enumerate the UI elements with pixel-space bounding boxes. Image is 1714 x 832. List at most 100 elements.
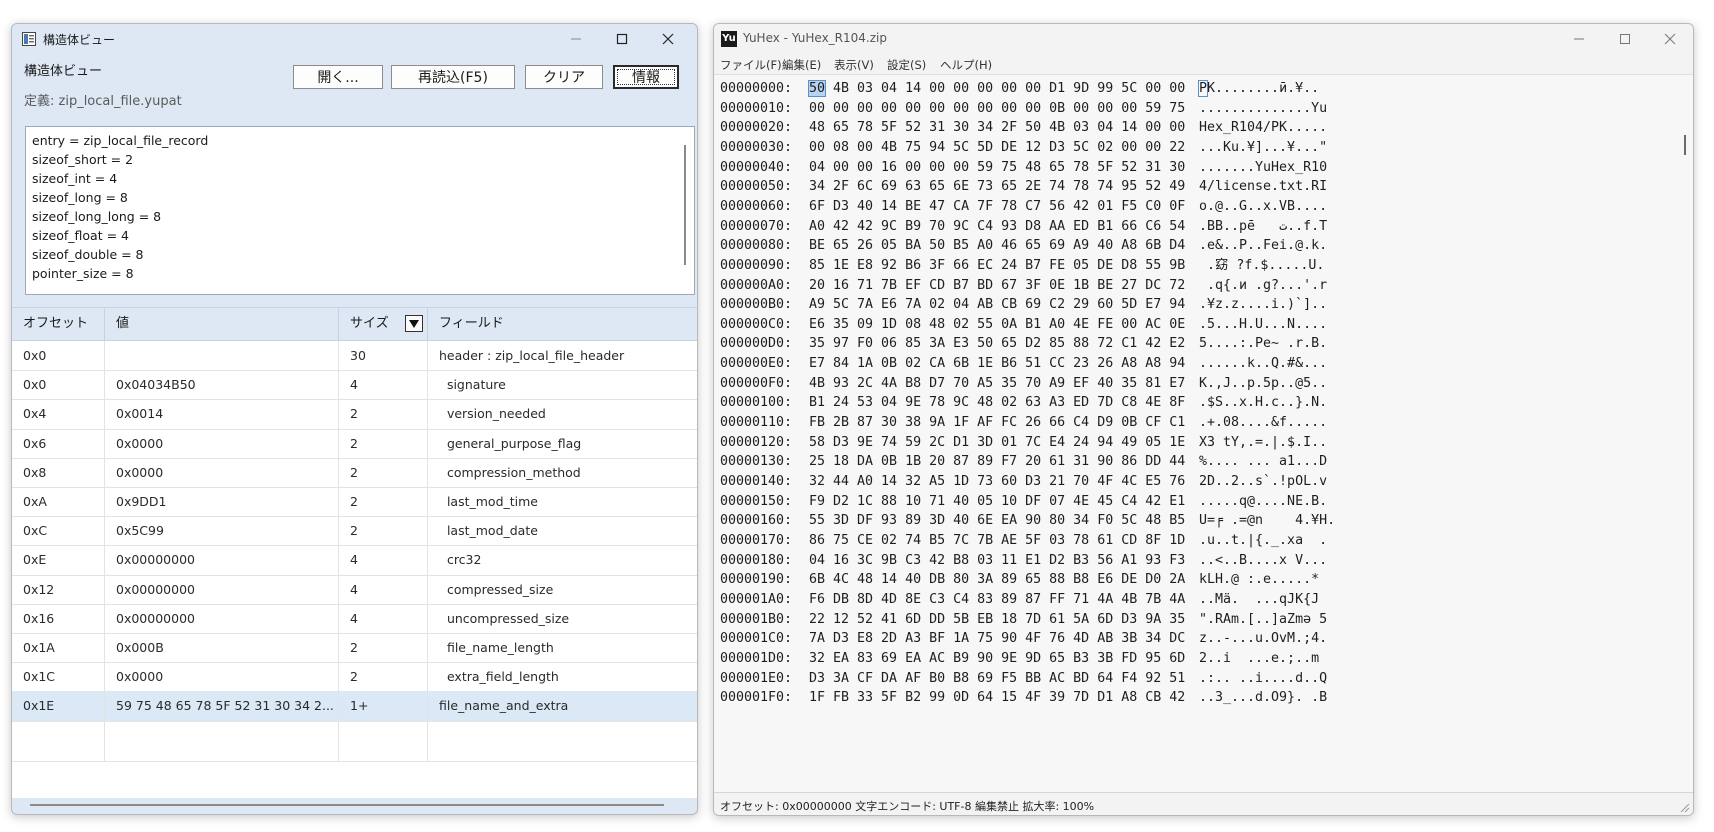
table-row[interactable]: 0x1C 0x0000 2 extra_field_length — [12, 662, 697, 693]
hex-bytes[interactable]: 6B 4C 48 14 40 DB 80 3A 89 65 88 B8 E6 D… — [809, 570, 1199, 590]
hex-row[interactable]: 000001B0: 22 12 52 41 6D DD 5B EB 18 7D 6… — [720, 610, 1327, 630]
maximize-button[interactable] — [1602, 24, 1648, 54]
hex-ascii[interactable]: .u..t.|{._.xa . — [1199, 531, 1327, 551]
hex-bytes[interactable]: 35 97 F0 06 85 3A E3 50 65 D2 85 88 72 C… — [809, 334, 1199, 354]
hex-bytes[interactable]: 48 65 78 5F 52 31 30 34 2F 50 4B 03 04 1… — [809, 118, 1199, 138]
hex-bytes[interactable]: 25 18 DA 0B 1B 20 87 89 F7 20 61 31 90 8… — [809, 452, 1199, 472]
titlebar[interactable]: 構造体ビュー — [12, 24, 697, 54]
menu-view[interactable]: 表示(V) — [834, 57, 874, 73]
hex-ascii[interactable]: ...Ku.¥]...¥..." — [1199, 138, 1327, 158]
hex-bytes[interactable]: 86 75 CE 02 74 B5 7C 7B AE 5F 03 78 61 C… — [809, 531, 1199, 551]
hex-ascii[interactable]: 2..i ...e.;..m — [1199, 649, 1319, 669]
column-header-field[interactable]: フィールド — [428, 308, 697, 340]
hex-bytes[interactable]: 6F D3 40 14 BE 47 CA 7F 78 C7 56 42 01 F… — [809, 197, 1199, 217]
hex-ascii[interactable]: PK........ӣ.¥.. — [1197, 79, 1319, 99]
hex-row[interactable]: 000000C0: E6 35 09 1D 08 48 02 55 0A B1 A… — [720, 315, 1327, 335]
table-row[interactable]: 0x6 0x0000 2 general_purpose_flag — [12, 428, 697, 459]
minimize-button[interactable] — [1556, 24, 1602, 54]
table-row[interactable]: 0x0 0x04034B50 4 signature — [12, 370, 697, 401]
hex-bytes[interactable]: 1F FB 33 5F B2 99 0D 64 15 4F 39 7D D1 A… — [809, 688, 1199, 708]
hex-bytes[interactable]: 50 4B 03 04 14 00 00 00 00 00 D1 9D 99 5… — [807, 79, 1199, 99]
hex-bytes[interactable]: 00 08 00 4B 75 94 5C 5D DE 12 D3 5C 02 0… — [809, 138, 1199, 158]
hex-row[interactable]: 000000A0: 20 16 71 7B EF CD B7 BD 67 3F 0… — [720, 276, 1327, 296]
table-row[interactable]: 0xA 0x9DD1 2 last_mod_time — [12, 487, 697, 518]
menu-help[interactable]: ヘルプ(H) — [940, 57, 992, 73]
hex-ascii[interactable]: .q{.и .g?...'.r — [1199, 276, 1327, 296]
hex-row[interactable]: 00000040: 04 00 00 16 00 00 00 59 75 48 6… — [720, 158, 1327, 178]
hex-bytes[interactable]: F9 D2 1C 88 10 71 40 05 10 DF 07 4E 45 C… — [809, 492, 1199, 512]
hex-scrollbar[interactable] — [1684, 135, 1686, 155]
hex-ascii[interactable]: o.@..G..x.VB.... — [1199, 197, 1327, 217]
hex-bytes[interactable]: A9 5C 7A E6 7A 02 04 AB CB 69 C2 29 60 5… — [809, 295, 1199, 315]
hex-ascii[interactable]: .+.08....&f..... — [1199, 413, 1327, 433]
column-header-size[interactable]: サイズ — [339, 308, 428, 340]
hex-bytes[interactable]: B1 24 53 04 9E 78 9C 48 02 63 A3 ED 7D C… — [809, 393, 1199, 413]
hex-bytes[interactable]: 20 16 71 7B EF CD B7 BD 67 3F 0E 1B BE 2… — [809, 276, 1199, 296]
hex-row[interactable]: 00000110: FB 2B 87 30 38 9A 1F AF FC 26 6… — [720, 413, 1327, 433]
hex-row[interactable]: 00000020: 48 65 78 5F 52 31 30 34 2F 50 4… — [720, 118, 1327, 138]
menu-file[interactable]: ファイル(F) — [720, 57, 782, 73]
hex-row[interactable]: 00000000: 50 4B 03 04 14 00 00 00 00 00 D… — [720, 79, 1319, 99]
table-row[interactable]: 0x1E 59 75 48 65 78 5F 52 31 30 34 2... 1+… — [12, 691, 697, 722]
hex-ascii[interactable]: ......k..Q.#&... — [1199, 354, 1327, 374]
hex-bytes[interactable]: 85 1E E8 92 B6 3F 66 EC 24 B7 FE 05 DE D… — [809, 256, 1199, 276]
hex-ascii[interactable]: ..3_...d.O9}. .B — [1199, 688, 1327, 708]
hex-row[interactable]: 000000E0: E7 84 1A 0B 02 CA 6B 1E B6 51 C… — [720, 354, 1327, 374]
reload-button[interactable]: 再読込(F5) — [391, 65, 515, 89]
hex-bytes[interactable]: FB 2B 87 30 38 9A 1F AF FC 26 66 C4 D9 0… — [809, 413, 1199, 433]
hex-bytes[interactable]: D3 3A CF DA AF B0 B8 69 F5 BB AC BD 64 F… — [809, 669, 1199, 689]
hex-bytes[interactable]: 22 12 52 41 6D DD 5B EB 18 7D 61 5A 6D D… — [809, 610, 1199, 630]
hex-ascii[interactable]: .e&..P..Fei.@.k. — [1199, 236, 1327, 256]
titlebar[interactable]: Yu YuHex - YuHex_R104.zip — [714, 24, 1693, 54]
hex-ascii[interactable]: ..<..B....x V... — [1199, 551, 1327, 571]
hex-ascii[interactable]: ".RAm.[..]aZmə 5 — [1199, 610, 1327, 630]
hex-row[interactable]: 00000140: 32 44 A0 14 32 A5 1D 73 60 D3 2… — [720, 472, 1327, 492]
horizontal-scrollbar[interactable] — [30, 804, 664, 806]
hex-ascii[interactable]: K.,J..p.5p..@5.. — [1199, 374, 1327, 394]
hex-bytes[interactable]: 55 3D DF 93 89 3D 40 6E EA 90 80 34 F0 5… — [809, 511, 1199, 531]
hex-row[interactable]: 000000B0: A9 5C 7A E6 7A 02 04 AB CB 69 C… — [720, 295, 1327, 315]
hex-row[interactable]: 000001E0: D3 3A CF DA AF B0 B8 69 F5 BB A… — [720, 669, 1327, 689]
hex-bytes[interactable]: 34 2F 6C 69 63 65 6E 73 65 2E 74 78 74 9… — [809, 177, 1199, 197]
hex-bytes[interactable]: 4B 93 2C 4A B8 D7 70 A5 35 70 A9 EF 40 3… — [809, 374, 1199, 394]
hex-bytes[interactable]: E7 84 1A 0B 02 CA 6B 1E B6 51 CC 23 26 A… — [809, 354, 1199, 374]
minimize-button[interactable] — [553, 24, 599, 54]
hex-row[interactable]: 00000190: 6B 4C 48 14 40 DB 80 3A 89 65 8… — [720, 570, 1319, 590]
hex-ascii[interactable]: Hex_R104/PK..... — [1199, 118, 1327, 138]
close-button[interactable] — [1647, 24, 1693, 54]
close-button[interactable] — [645, 24, 691, 54]
hex-row[interactable]: 00000080: BE 65 26 05 BA 50 B5 A0 46 65 6… — [720, 236, 1327, 256]
hex-ascii[interactable]: .5...H.U...N.... — [1199, 315, 1327, 335]
hex-bytes[interactable]: 32 44 A0 14 32 A5 1D 73 60 D3 21 70 4F 4… — [809, 472, 1199, 492]
menu-settings[interactable]: 設定(S) — [887, 57, 926, 73]
maximize-button[interactable] — [599, 24, 645, 54]
hex-ascii[interactable]: ..Mä. ...qJK{J — [1199, 590, 1319, 610]
hex-ascii[interactable]: .¥z.z....i.)`].. — [1199, 295, 1327, 315]
hex-row[interactable]: 000000F0: 4B 93 2C 4A B8 D7 70 A5 35 70 A… — [720, 374, 1327, 394]
hex-row[interactable]: 00000150: F9 D2 1C 88 10 71 40 05 10 DF 0… — [720, 492, 1327, 512]
hex-bytes[interactable]: A0 42 42 9C B9 70 9C C4 93 D8 AA ED B1 6… — [809, 217, 1199, 237]
hex-ascii[interactable]: kLH.@ :.e.....* — [1199, 570, 1319, 590]
cursor-byte[interactable]: 50 — [807, 80, 827, 97]
hex-bytes[interactable]: BE 65 26 05 BA 50 B5 A0 46 65 69 A9 40 A… — [809, 236, 1199, 256]
hex-bytes[interactable]: 58 D3 9E 74 59 2C D1 3D 01 7C E4 24 94 4… — [809, 433, 1199, 453]
hex-row[interactable]: 000001A0: F6 DB 8D 4D 8E C3 C4 83 89 87 F… — [720, 590, 1319, 610]
hex-row[interactable]: 00000090: 85 1E E8 92 B6 3F 66 EC 24 B7 F… — [720, 256, 1324, 276]
hex-ascii[interactable]: %.... ... a1...D — [1199, 452, 1327, 472]
table-row[interactable]: 0x12 0x00000000 4 compressed_size — [12, 574, 697, 605]
table-row[interactable]: 0x4 0x0014 2 version_needed — [12, 399, 697, 430]
hex-bytes[interactable]: 04 16 3C 9B C3 42 B8 03 11 E1 D2 B3 56 A… — [809, 551, 1199, 571]
hex-ascii[interactable]: .....q@....NE.B. — [1199, 492, 1327, 512]
hex-ascii[interactable]: .......YuHex_R10 — [1199, 158, 1327, 178]
hex-ascii[interactable]: U=╒ .=@n 4.¥H. — [1199, 511, 1335, 531]
table-row[interactable]: 0xC 0x5C99 2 last_mod_date — [12, 516, 697, 547]
hex-bytes[interactable]: 7A D3 E8 2D A3 BF 1A 75 90 4F 76 4D AB 3… — [809, 629, 1199, 649]
table-row[interactable]: 0x16 0x00000000 4 uncompressed_size — [12, 603, 697, 634]
hex-row[interactable]: 00000130: 25 18 DA 0B 1B 20 87 89 F7 20 6… — [720, 452, 1327, 472]
hex-ascii[interactable]: .:.. ..i....d..Q — [1199, 669, 1327, 689]
hex-bytes[interactable]: 00 00 00 00 00 00 00 00 00 00 0B 00 00 0… — [809, 99, 1199, 119]
column-header-offset[interactable]: オフセット — [12, 308, 105, 340]
hex-bytes[interactable]: F6 DB 8D 4D 8E C3 C4 83 89 87 FF 71 4A 4… — [809, 590, 1199, 610]
hex-row[interactable]: 000001D0: 32 EA 83 69 EA AC B9 90 9E 9D 6… — [720, 649, 1319, 669]
hex-ascii[interactable]: X3 tY,.=.|.$.I.. — [1199, 433, 1327, 453]
